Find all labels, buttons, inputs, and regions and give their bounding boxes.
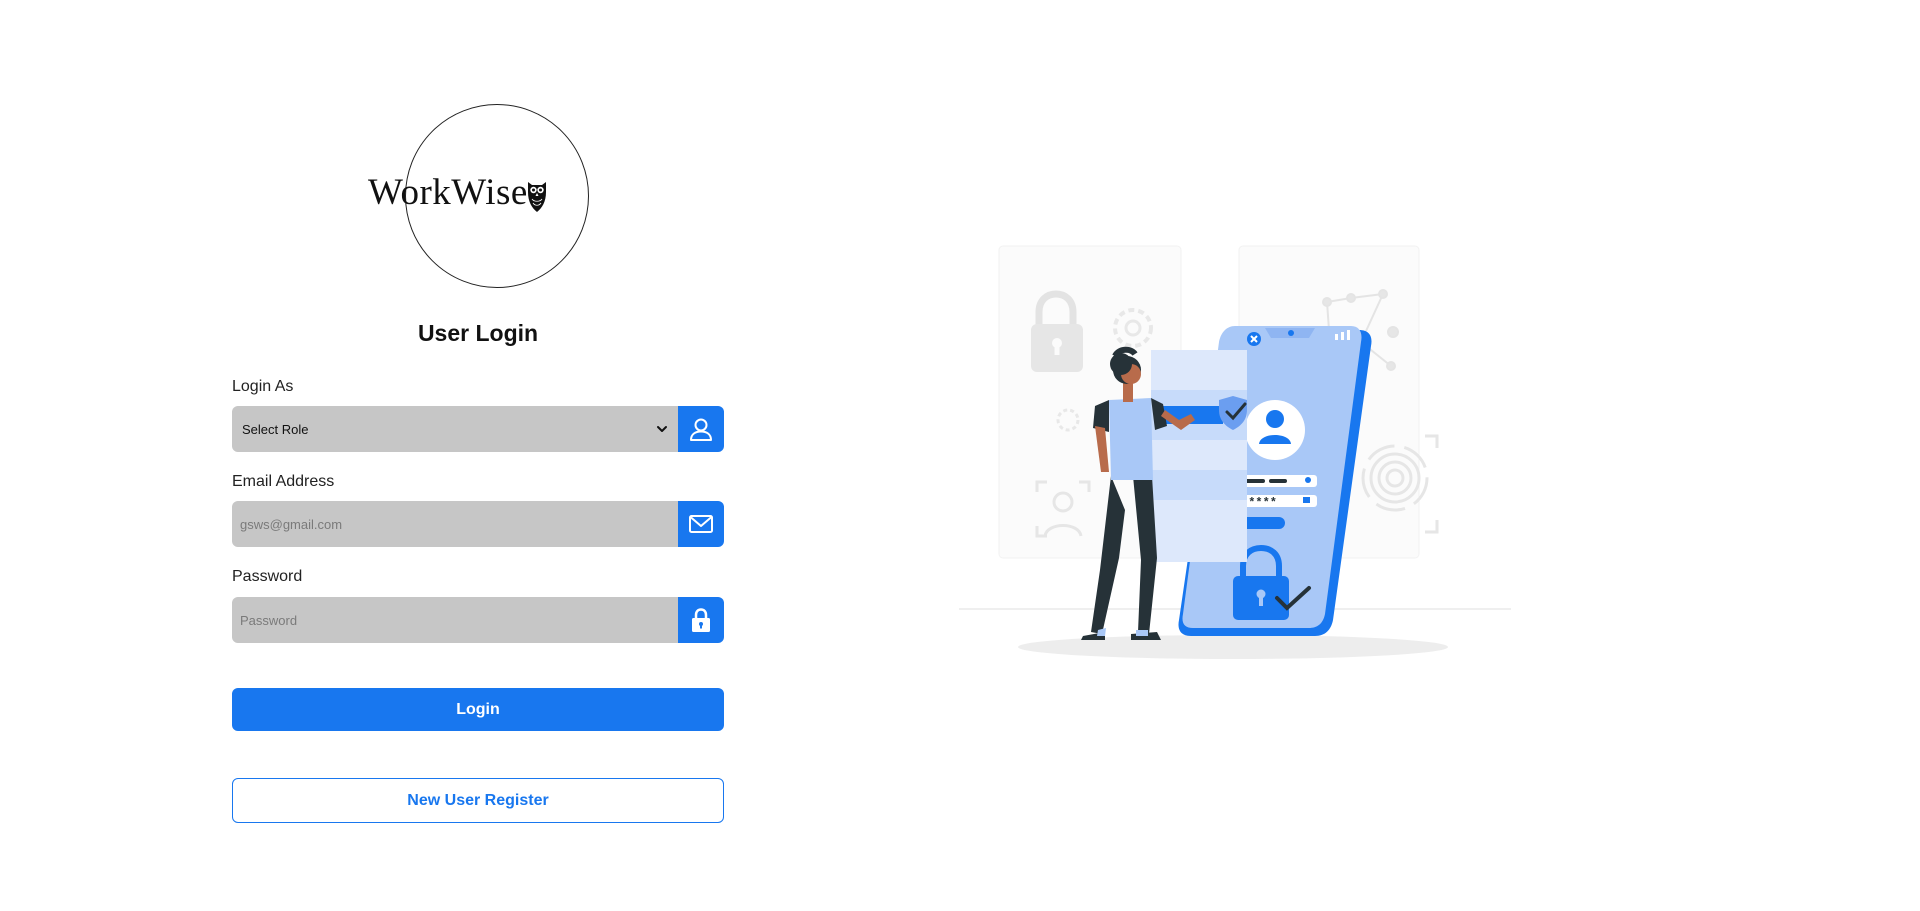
- login-security-illustration: *****: [959, 245, 1511, 659]
- password-placeholder: Password: [240, 612, 298, 628]
- logo-text: WorkWise: [368, 172, 528, 213]
- email-input[interactable]: gsws@gmail.com: [232, 501, 678, 547]
- login-panel: WorkWise User Login Login As Select Role: [232, 0, 724, 911]
- password-label: Password: [232, 568, 303, 585]
- lock-icon: [692, 608, 710, 632]
- mail-icon: [689, 515, 713, 533]
- floating-login-card: [1151, 332, 1261, 562]
- email-field: gsws@gmail.com: [232, 501, 724, 547]
- role-select-value: Select Role: [242, 421, 309, 437]
- register-button[interactable]: New User Register: [232, 778, 724, 823]
- email-placeholder: gsws@gmail.com: [240, 516, 343, 532]
- email-addon: [678, 501, 724, 547]
- role-field: Select Role: [232, 406, 724, 452]
- password-field: Password: [232, 597, 724, 643]
- email-label: Email Address: [232, 473, 335, 490]
- role-addon: [678, 406, 724, 452]
- password-input[interactable]: Password: [232, 597, 678, 643]
- user-icon: [690, 418, 712, 441]
- password-addon: [678, 597, 724, 643]
- role-label: Login As: [232, 378, 294, 395]
- role-select[interactable]: Select Role: [232, 406, 678, 452]
- login-page: WorkWise User Login Login As Select Role: [0, 0, 1920, 911]
- owl-logo-icon: [528, 182, 546, 212]
- chevron-down-icon: [657, 426, 667, 432]
- login-button[interactable]: Login: [232, 688, 724, 731]
- page-title: User Login: [417, 320, 539, 346]
